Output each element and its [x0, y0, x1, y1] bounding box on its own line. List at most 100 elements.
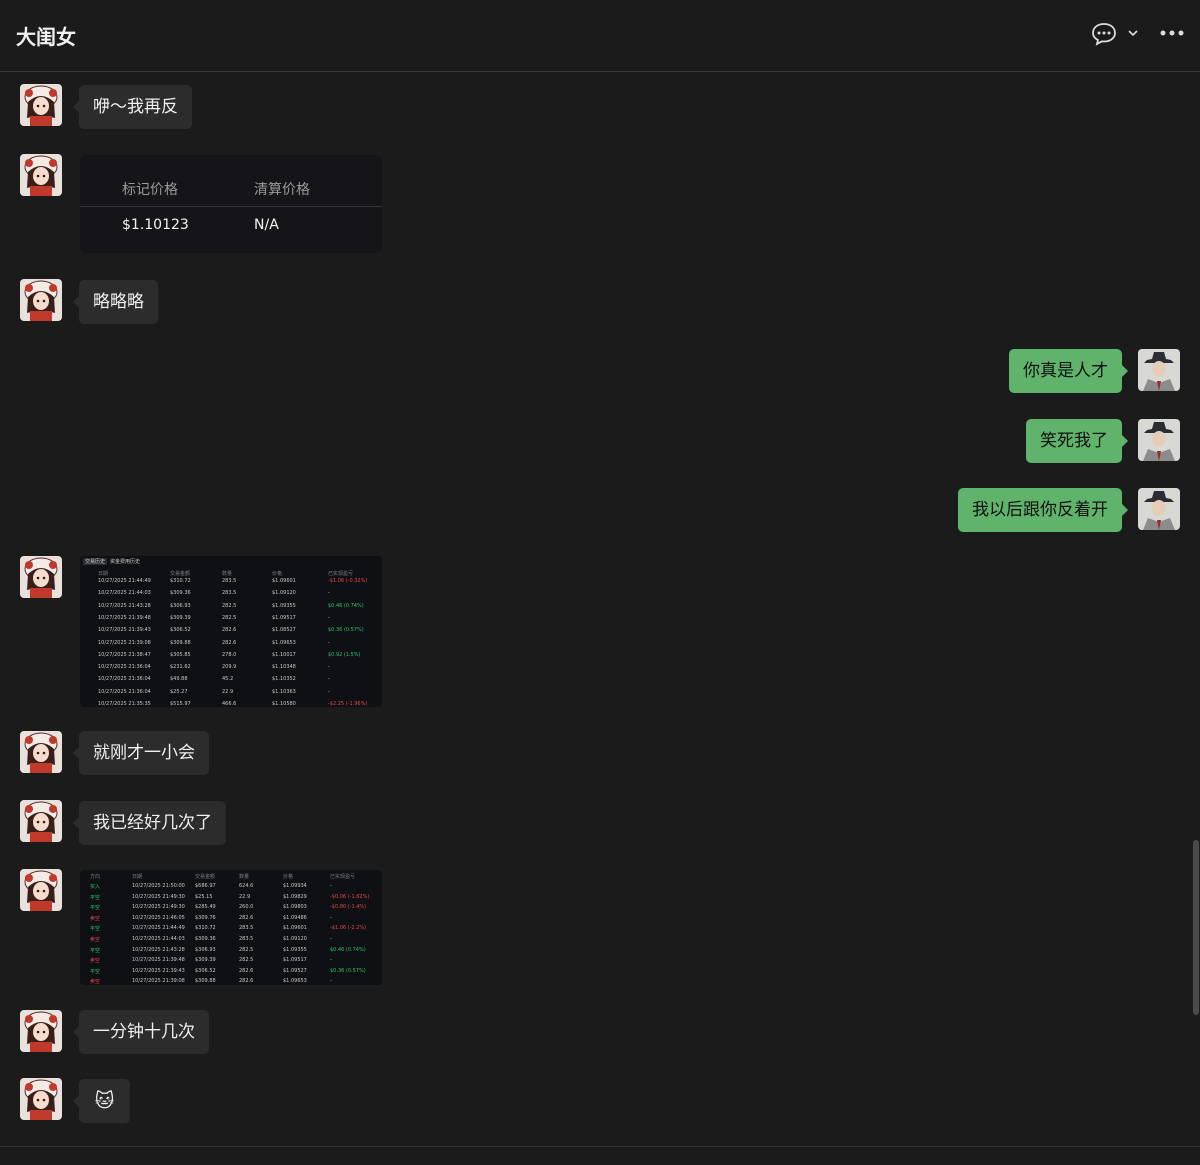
- message-bubble[interactable]: 一分钟十几次: [73, 1010, 209, 1054]
- table-cell: 209.9: [222, 664, 237, 671]
- table-cell: $25.15: [195, 893, 213, 900]
- avatar[interactable]: [20, 1010, 62, 1052]
- table-cell: 平空: [90, 968, 101, 975]
- table-cell: 卖空: [90, 937, 101, 943]
- table-cell: -: [328, 639, 330, 646]
- table-cell: 10/27/2025 21:39:43: [98, 627, 151, 634]
- mark-price-label: 标记价格: [122, 182, 178, 198]
- table-cell: 466.6: [222, 701, 237, 707]
- table-cell: $1.09601: [283, 925, 307, 932]
- table-cell: 45.2: [222, 676, 234, 683]
- table-cell: 282.5: [239, 946, 254, 953]
- table-cell: 260.0: [239, 904, 254, 911]
- speech-bubble-icon[interactable]: [1090, 20, 1118, 48]
- more-icon[interactable]: [1158, 28, 1186, 38]
- avatar[interactable]: [20, 731, 62, 773]
- table-cell: $686.97: [195, 883, 216, 889]
- avatar[interactable]: [20, 154, 62, 196]
- emoji-message[interactable]: 🐱: [73, 1079, 130, 1123]
- scrollbar[interactable]: [1193, 840, 1199, 1015]
- table-cell: $0.46 (0.74%): [330, 946, 366, 953]
- table-cell: $515.97: [170, 701, 191, 707]
- table-cell: 平空: [90, 947, 101, 954]
- col-header: 交易金额: [195, 874, 216, 880]
- col-header: 价格: [272, 571, 283, 577]
- table-cell: 282.6: [222, 639, 237, 646]
- col-header: 已实现盈亏: [330, 874, 356, 880]
- table-cell: $0.36 (0.57%): [328, 627, 364, 634]
- col-header: 日期: [98, 571, 109, 577]
- table-cell: $1.09934: [283, 883, 307, 889]
- message-bubble[interactable]: 笑死我了: [1026, 419, 1128, 463]
- table-cell: $1.09527: [283, 967, 307, 974]
- col-header: 数量: [239, 874, 250, 880]
- table-cell: 10/27/2025 21:39:48: [132, 957, 185, 964]
- mark-price-value: $1.10123: [122, 217, 189, 233]
- table-cell: 282.6: [222, 627, 237, 634]
- table-cell: $1.09120: [283, 936, 307, 942]
- table-cell: 283.5: [222, 590, 237, 597]
- message-bubble[interactable]: 你真是人才: [1009, 349, 1128, 393]
- table-cell: 买入: [90, 884, 101, 890]
- chat-header: 大闺女: [0, 0, 1200, 72]
- table-cell: 22.9: [222, 688, 234, 695]
- table-cell: $309.76: [195, 914, 216, 921]
- chevron-down-icon[interactable]: [1127, 27, 1139, 39]
- table-cell: $231.62: [170, 664, 191, 671]
- table-cell: -: [330, 978, 332, 985]
- table-cell: $309.36: [195, 936, 216, 942]
- table-cell: 平空: [90, 894, 101, 901]
- table-cell: 283.5: [239, 925, 254, 932]
- message-bubble[interactable]: 我以后跟你反着开: [958, 488, 1128, 532]
- table-cell: 282.6: [239, 978, 254, 985]
- avatar[interactable]: [20, 800, 62, 842]
- table-cell: 卖空: [90, 915, 101, 922]
- table-cell: 278.0: [222, 651, 237, 658]
- avatar[interactable]: [20, 84, 62, 126]
- message-bubble[interactable]: 略略略: [73, 280, 158, 324]
- avatar[interactable]: [20, 869, 62, 911]
- avatar[interactable]: [20, 1078, 62, 1120]
- table-cell: 282.5: [222, 602, 237, 609]
- trade-list-image[interactable]: 方向 日期 交易金额 数量 价格 已实现盈亏 买入 10/27/2025 21:5…: [80, 870, 382, 985]
- table-cell: 10/27/2025 21:39:43: [132, 967, 185, 974]
- avatar[interactable]: [1138, 488, 1180, 530]
- table-cell: 10/27/2025 21:36:04: [98, 664, 151, 671]
- chat-title: 大闺女: [16, 25, 76, 49]
- table-cell: $1.09829: [283, 893, 307, 900]
- table-cell: 10/27/2025 21:49:30: [132, 904, 185, 911]
- avatar[interactable]: [20, 279, 62, 321]
- table-cell: $306.52: [170, 627, 191, 634]
- table-cell: 10/27/2025 21:44:03: [98, 590, 151, 597]
- table-cell: $1.09653: [283, 978, 307, 985]
- message-bubble[interactable]: 咿～我再反: [73, 85, 192, 129]
- table-cell: 282.6: [239, 967, 254, 974]
- avatar[interactable]: [20, 556, 62, 598]
- table-cell: $1.09355: [283, 946, 307, 953]
- col-header: 日期: [132, 874, 143, 880]
- table-cell: 282.5: [239, 957, 254, 964]
- table-cell: $49.88: [170, 676, 188, 683]
- table-cell: -$0.06 (-1.62%): [330, 893, 370, 900]
- table-cell: $1.09517: [283, 957, 307, 964]
- price-card[interactable]: 标记价格 清算价格 $1.10123 N/A: [80, 155, 382, 253]
- tab-trade-history: 交易历史: [83, 558, 108, 565]
- table-cell: 282.6: [239, 914, 254, 921]
- table-cell: $1.09653: [272, 639, 296, 646]
- trade-history-image[interactable]: 交易历史 资金费用历史 日期 交易金额 数量 价格 已实现盈亏 10/27/20…: [80, 556, 382, 707]
- message-bubble[interactable]: 就刚才一小会: [73, 731, 209, 775]
- avatar[interactable]: [1138, 349, 1180, 391]
- table-cell: $1.09601: [272, 578, 296, 584]
- table-cell: $1.10348: [272, 664, 296, 671]
- table-cell: -$1.06 (-2.2%): [330, 925, 367, 932]
- table-cell: 22.9: [239, 893, 251, 900]
- message-bubble[interactable]: 我已经好几次了: [73, 801, 226, 845]
- table-cell: -: [328, 590, 330, 597]
- table-cell: -: [330, 914, 332, 921]
- table-cell: -: [330, 957, 332, 964]
- table-cell: 10/27/2025 21:44:03: [132, 936, 185, 942]
- table-cell: 10/27/2025 21:44:49: [98, 578, 151, 584]
- divider: [80, 206, 382, 207]
- col-header: 已实现盈亏: [328, 571, 354, 577]
- avatar[interactable]: [1138, 419, 1180, 461]
